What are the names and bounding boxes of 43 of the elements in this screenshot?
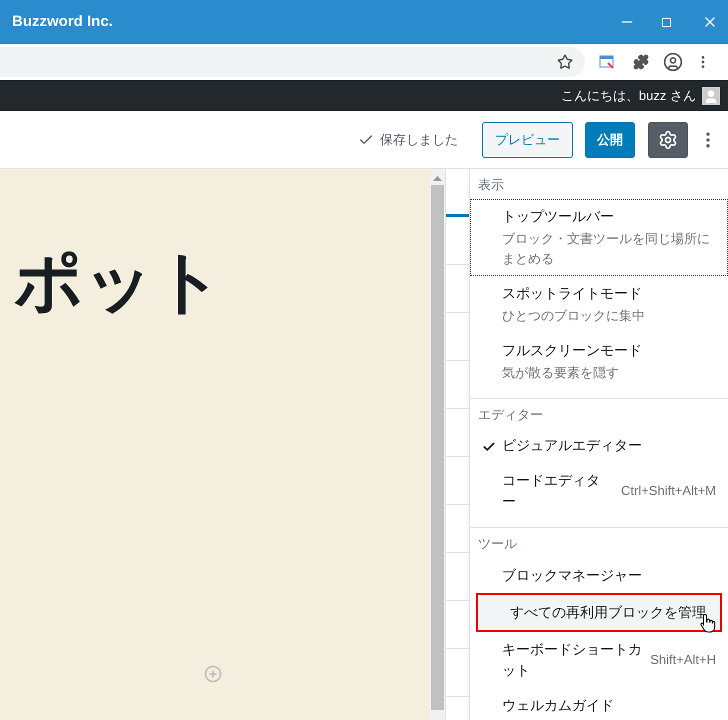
shortcut-text: Shift+Alt+H <box>650 650 716 669</box>
settings-button[interactable] <box>648 122 688 158</box>
post-title[interactable]: ポット <box>14 231 224 333</box>
menu-item-description: ブロック・文書ツールを同じ場所にまとめる <box>502 230 711 268</box>
scroll-up-icon[interactable] <box>433 175 442 181</box>
window-title: Buzzword Inc. <box>12 12 114 32</box>
menu-item-label: ブロックマネージャー <box>502 566 643 584</box>
menu-item[interactable]: フルスクリーンモード 気が散る要素を隠す <box>470 332 728 390</box>
menu-item-label: ビジュアルエディター <box>502 436 643 455</box>
menu-item[interactable]: ブロックマネージャー <box>470 558 728 592</box>
greeting-text[interactable]: こんにちは、buzz さん <box>560 86 696 106</box>
scroll-thumb[interactable] <box>431 185 444 710</box>
maximize-icon[interactable] <box>661 16 672 28</box>
menu-item-description: 気が散る要素を隠す <box>502 364 620 382</box>
menu-item[interactable]: すべての再利用ブロックを管理 <box>476 592 722 632</box>
publish-button[interactable]: 公開 <box>585 122 635 158</box>
menu-item[interactable]: ビジュアルエディター <box>470 428 728 463</box>
avatar-icon[interactable] <box>702 86 720 104</box>
check-icon <box>482 440 496 454</box>
preview-button[interactable]: プレビュー <box>482 122 573 158</box>
menu-item-label: トップツールバー <box>502 206 615 226</box>
menu-section-heading: ツール <box>477 535 518 553</box>
menu-item-label: フルスクリーンモード <box>502 340 643 360</box>
menu-item[interactable]: スポットライトモード ひとつのブロックに集中 <box>470 276 728 332</box>
extension-icon[interactable] <box>599 54 615 70</box>
star-icon[interactable] <box>557 54 573 70</box>
menu-item[interactable]: ウェルカムガイド <box>470 688 728 720</box>
menu-item-label: ウェルカムガイド <box>502 696 615 714</box>
puzzle-icon[interactable] <box>633 54 649 70</box>
menu-section-heading: エディター <box>477 406 544 424</box>
menu-item-label: スポットライトモード <box>502 284 643 302</box>
menu-item-label: コードエディター <box>502 471 601 511</box>
menu-item[interactable]: コードエディター Ctrl+Shift+Alt+M <box>470 463 728 519</box>
gear-icon <box>658 130 678 150</box>
menu-item-description: ひとつのブロックに集中 <box>502 306 646 324</box>
scrollbar[interactable] <box>430 169 445 720</box>
menu-item-label: すべての再利用ブロックを管理 <box>510 602 707 622</box>
menu-section-heading: 表示 <box>477 176 505 194</box>
shortcut-text: Ctrl+Shift+Alt+M <box>620 482 716 500</box>
menu-item-label: キーボードショートカット <box>502 640 643 680</box>
menu-item[interactable]: トップツールバー ブロック・文書ツールを同じ場所にまとめる <box>470 198 728 276</box>
save-status: 保存しました <box>380 130 458 149</box>
profile-icon[interactable] <box>663 52 683 72</box>
